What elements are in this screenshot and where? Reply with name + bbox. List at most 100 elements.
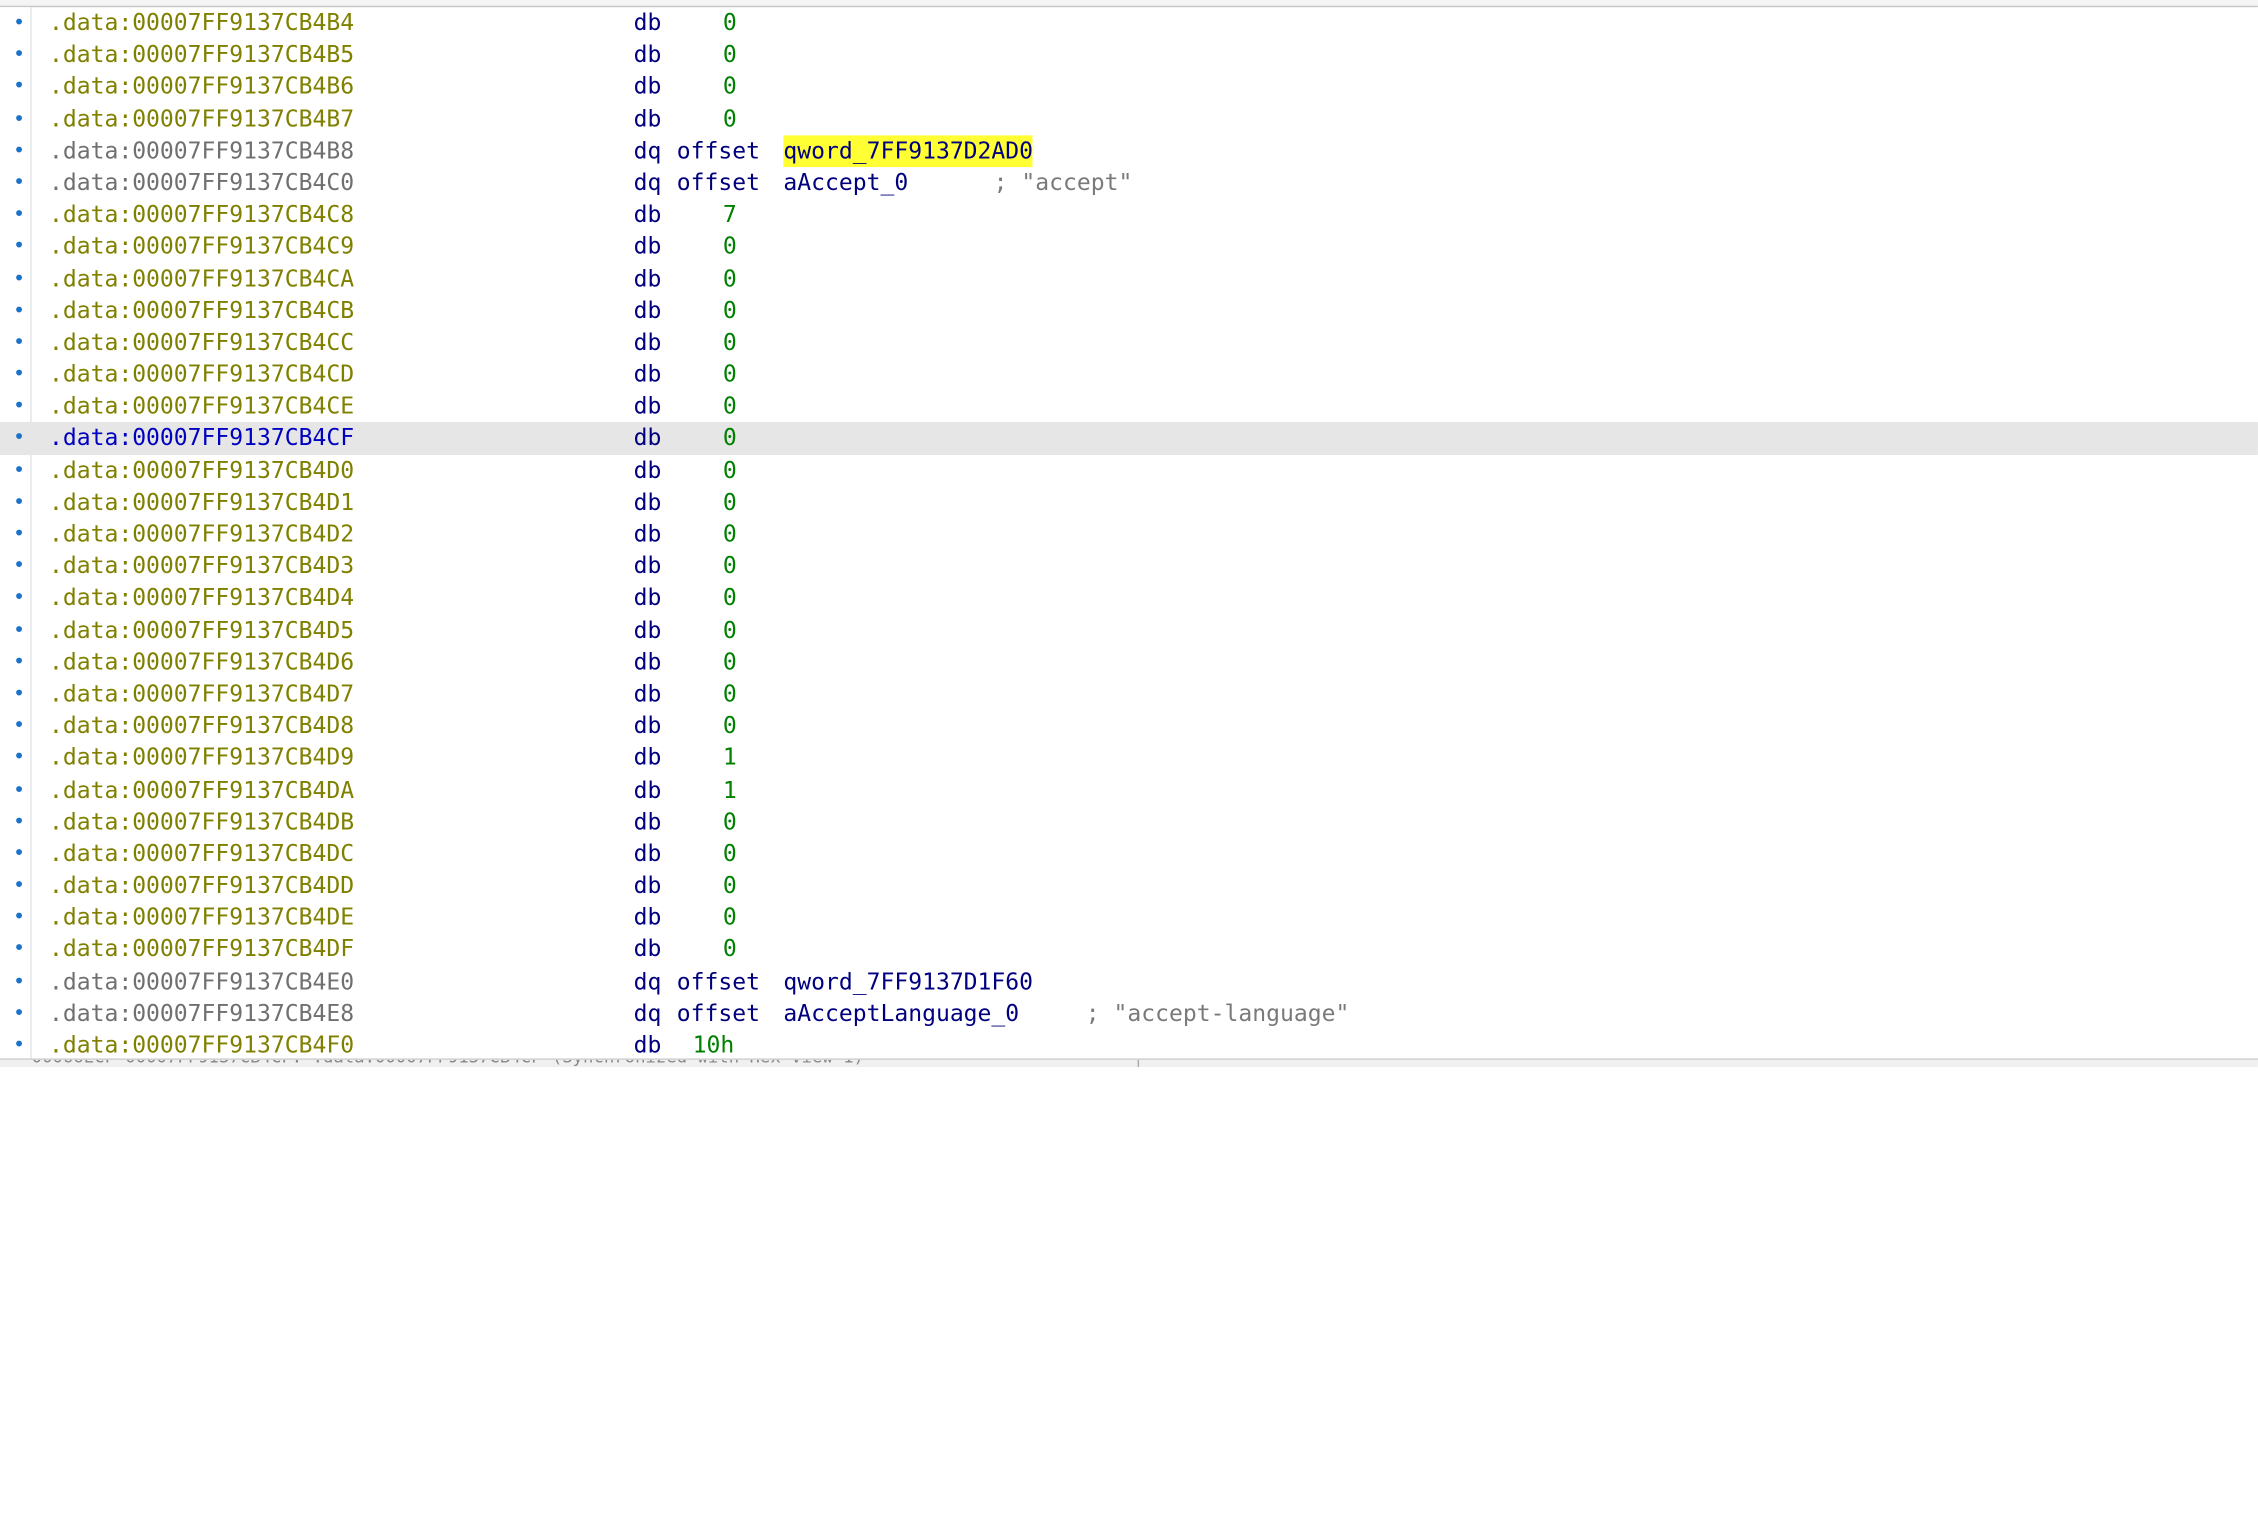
listing-row[interactable]: • .data:00007FF9137CB4B6 db 0	[0, 71, 2258, 103]
listing-row[interactable]: • .data:00007FF9137CB4DA db 1	[0, 774, 2258, 806]
disassembly-listing[interactable]: • .data:00007FF9137CB4B4 db 0 • .data:00007FF…	[0, 7, 2258, 1061]
address-label[interactable]: .data:00007FF9137CB4B8	[49, 135, 354, 167]
listing-row[interactable]: • .data:00007FF9137CB4DC db 0	[0, 838, 2258, 870]
directive[interactable]: db	[634, 806, 662, 838]
address-label[interactable]: .data:00007FF9137CB4C0	[49, 167, 354, 199]
directive[interactable]: db	[634, 710, 662, 742]
operand-value[interactable]: 0	[723, 327, 737, 359]
address-label[interactable]: .data:00007FF9137CB4D8	[49, 710, 354, 742]
address-label[interactable]: .data:00007FF9137CB4CC	[49, 327, 354, 359]
operand-value[interactable]: 7	[723, 199, 737, 231]
listing-row[interactable]: • .data:00007FF9137CB4C9 db 0	[0, 231, 2258, 263]
operand-value[interactable]: 0	[723, 646, 737, 678]
directive[interactable]: db	[634, 774, 662, 806]
listing-row[interactable]: • .data:00007FF9137CB4DB db 0	[0, 806, 2258, 838]
listing-row[interactable]: • .data:00007FF9137CB4D2 db 0	[0, 518, 2258, 550]
directive[interactable]: db	[634, 327, 662, 359]
directive[interactable]: db	[634, 231, 662, 263]
listing-row[interactable]: • .data:00007FF9137CB4F0 db 10h	[0, 1030, 2258, 1062]
directive[interactable]: db	[634, 7, 662, 39]
listing-row[interactable]: • .data:00007FF9137CB4D3 db 0	[0, 550, 2258, 582]
operand-value[interactable]: 0	[723, 934, 737, 966]
operand-value[interactable]: 0	[723, 678, 737, 710]
listing-row[interactable]: • .data:00007FF9137CB4CC db 0	[0, 327, 2258, 359]
listing-row[interactable]: • .data:00007FF9137CB4D7 db 0	[0, 678, 2258, 710]
listing-row[interactable]: • .data:00007FF9137CB4CD db 0	[0, 359, 2258, 391]
address-label[interactable]: .data:00007FF9137CB4B7	[49, 103, 354, 135]
directive[interactable]: db	[634, 391, 662, 423]
directive[interactable]: dq	[634, 135, 662, 167]
address-label[interactable]: .data:00007FF9137CB4DE	[49, 902, 354, 934]
directive[interactable]: db	[634, 934, 662, 966]
address-label[interactable]: .data:00007FF9137CB4CE	[49, 391, 354, 423]
address-label[interactable]: .data:00007FF9137CB4E0	[49, 966, 354, 998]
operand-value[interactable]: 0	[723, 518, 737, 550]
listing-row[interactable]: • .data:00007FF9137CB4CB db 0	[0, 295, 2258, 327]
address-label[interactable]: .data:00007FF9137CB4D6	[49, 646, 354, 678]
operand-value[interactable]: 0	[723, 455, 737, 487]
directive[interactable]: db	[634, 71, 662, 103]
directive[interactable]: db	[634, 550, 662, 582]
directive[interactable]: db	[634, 359, 662, 391]
symbol-reference[interactable]: qword_7FF9137D2AD0	[783, 135, 1034, 167]
listing-row[interactable]: • .data:00007FF9137CB4D1 db 0	[0, 486, 2258, 518]
listing-row[interactable]: • .data:00007FF9137CB4E0 dq offset qword_7FF…	[0, 966, 2258, 998]
operand-value[interactable]: 0	[723, 550, 737, 582]
directive[interactable]: db	[634, 614, 662, 646]
directive[interactable]: db	[634, 678, 662, 710]
listing-row[interactable]: • .data:00007FF9137CB4D9 db 1	[0, 742, 2258, 774]
directive[interactable]: db	[634, 455, 662, 487]
listing-row[interactable]: • .data:00007FF9137CB4C8 db 7	[0, 199, 2258, 231]
listing-row[interactable]: • .data:00007FF9137CB4DE db 0	[0, 902, 2258, 934]
address-label[interactable]: .data:00007FF9137CB4B4	[49, 7, 354, 39]
symbol-reference[interactable]: qword_7FF9137D1F60	[783, 966, 1033, 998]
address-label[interactable]: .data:00007FF9137CB4CB	[49, 295, 354, 327]
directive[interactable]: db	[634, 486, 662, 518]
symbol-reference[interactable]: aAccept_0	[783, 167, 908, 199]
address-label[interactable]: .data:00007FF9137CB4D3	[49, 550, 354, 582]
operand-value[interactable]: 0	[723, 710, 737, 742]
operand-value[interactable]: 0	[723, 902, 737, 934]
address-label[interactable]: .data:00007FF9137CB4CD	[49, 359, 354, 391]
operand-value[interactable]: 0	[723, 614, 737, 646]
address-label[interactable]: .data:00007FF9137CB4B5	[49, 39, 354, 71]
directive[interactable]: db	[634, 870, 662, 902]
directive[interactable]: db	[634, 1030, 662, 1062]
operand-value[interactable]: 0	[723, 71, 737, 103]
listing-row[interactable]: • .data:00007FF9137CB4DD db 0	[0, 870, 2258, 902]
listing-row[interactable]: • .data:00007FF9137CB4C0 dq offset aAccept_0…	[0, 167, 2258, 199]
listing-row[interactable]: • .data:00007FF9137CB4D4 db 0	[0, 582, 2258, 614]
listing-row[interactable]: • .data:00007FF9137CB4DF db 0	[0, 934, 2258, 966]
directive[interactable]: db	[634, 199, 662, 231]
address-label[interactable]: .data:00007FF9137CB4D7	[49, 678, 354, 710]
operand-value[interactable]: 10h	[693, 1030, 735, 1062]
operand-value[interactable]: 0	[723, 231, 737, 263]
operand-value[interactable]: 0	[723, 870, 737, 902]
listing-row[interactable]: • .data:00007FF9137CB4D8 db 0	[0, 710, 2258, 742]
listing-row[interactable]: • .data:00007FF9137CB4B5 db 0	[0, 39, 2258, 71]
address-label[interactable]: .data:00007FF9137CB4DD	[49, 870, 354, 902]
address-label[interactable]: .data:00007FF9137CB4DC	[49, 838, 354, 870]
listing-row[interactable]: • .data:00007FF9137CB4D6 db 0	[0, 646, 2258, 678]
address-label[interactable]: .data:00007FF9137CB4DB	[49, 806, 354, 838]
directive[interactable]: db	[634, 646, 662, 678]
symbol-reference[interactable]: aAcceptLanguage_0	[783, 998, 1019, 1030]
address-label[interactable]: .data:00007FF9137CB4C9	[49, 231, 354, 263]
directive[interactable]: db	[634, 902, 662, 934]
directive[interactable]: db	[634, 838, 662, 870]
listing-row[interactable]: • .data:00007FF9137CB4E8 dq offset aAcceptLa…	[0, 998, 2258, 1030]
operand-value[interactable]: 0	[723, 103, 737, 135]
listing-row[interactable]: • .data:00007FF9137CB4D0 db 0	[0, 455, 2258, 487]
operand-value[interactable]: 0	[723, 806, 737, 838]
operand-value[interactable]: 0	[723, 582, 737, 614]
directive[interactable]: db	[634, 518, 662, 550]
listing-row[interactable]: • .data:00007FF9137CB4CE db 0	[0, 391, 2258, 423]
address-label[interactable]: .data:00007FF9137CB4D9	[49, 742, 354, 774]
address-label[interactable]: .data:00007FF9137CB4DA	[49, 774, 354, 806]
address-label[interactable]: .data:00007FF9137CB4DF	[49, 934, 354, 966]
listing-row[interactable]: • .data:00007FF9137CB4B7 db 0	[0, 103, 2258, 135]
listing-row[interactable]: • .data:00007FF9137CB4CA db 0	[0, 263, 2258, 295]
address-label[interactable]: .data:00007FF9137CB4D2	[49, 518, 354, 550]
operand-value[interactable]: 1	[723, 742, 737, 774]
listing-row[interactable]: • .data:00007FF9137CB4B8 dq offset qword_7FF…	[0, 135, 2258, 167]
